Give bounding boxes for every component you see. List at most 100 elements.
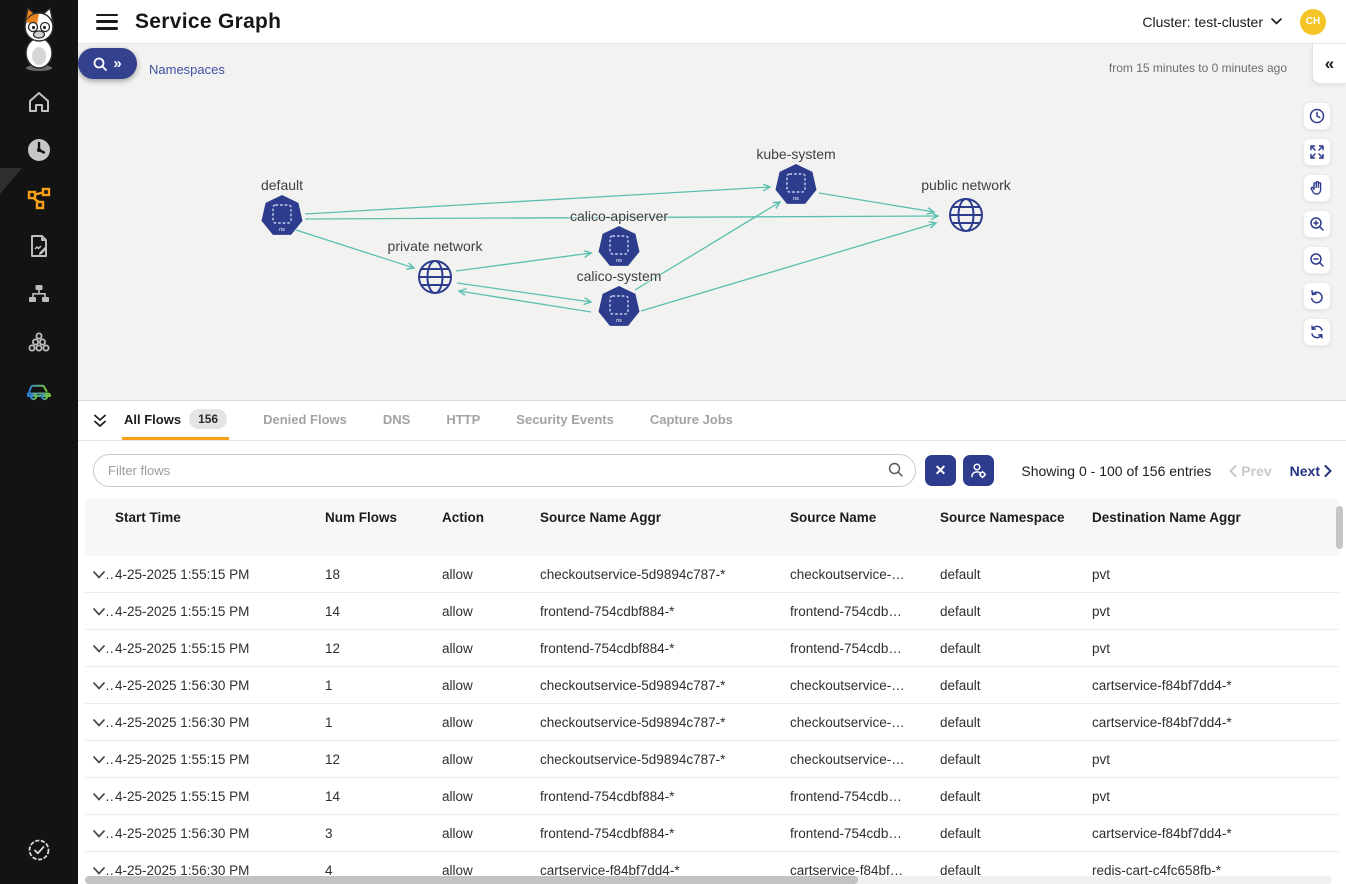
sidebar-item-clusters[interactable] [25, 328, 53, 356]
sidebar-item-home[interactable] [25, 88, 53, 116]
flow-count-badge: 156 [189, 409, 227, 429]
pan-button[interactable] [1303, 174, 1331, 202]
flows-panel: All Flows 156 Denied Flows DNS HTTP Secu… [78, 400, 1346, 884]
tab-dns[interactable]: DNS [381, 401, 412, 440]
double-chevron-down-icon [92, 413, 108, 429]
graph-node-private-network[interactable] [416, 258, 454, 296]
svg-text:ns: ns [616, 318, 622, 324]
graph-node-label: kube-system [756, 146, 835, 162]
col-source-namespace[interactable]: Source Namespace [940, 510, 1092, 526]
sidebar-item-flow-logs[interactable] [25, 232, 53, 260]
clear-filter-button[interactable]: ✕ [925, 455, 956, 486]
expand-row-icon[interactable] [93, 867, 105, 875]
home-icon [27, 90, 51, 114]
col-dest-name-aggr[interactable]: Destination Name Aggr [1092, 510, 1339, 526]
next-page-button[interactable]: Next [1290, 463, 1332, 479]
tab-http[interactable]: HTTP [444, 401, 482, 440]
tab-security-events[interactable]: Security Events [514, 401, 616, 440]
graph-node-label: public network [921, 177, 1011, 193]
breadcrumb[interactable]: Namespaces [149, 62, 225, 77]
svg-text:ns: ns [616, 258, 622, 264]
graph-node-kube-system[interactable]: ns [774, 163, 818, 207]
col-action[interactable]: Action [442, 510, 540, 526]
service-graph-canvas[interactable]: default private network calico-apiserver… [78, 44, 1346, 400]
table-row[interactable]: 4-25-2025 1:55:15 PM 12 allow checkoutse… [85, 741, 1339, 778]
expand-row-icon[interactable] [93, 645, 105, 653]
sidebar-item-compliance[interactable] [25, 836, 53, 864]
vertical-scrollbar-thumb[interactable] [1336, 506, 1343, 549]
col-source-name[interactable]: Source Name [790, 510, 940, 526]
horizontal-scrollbar[interactable] [85, 876, 1332, 884]
car-icon [25, 378, 53, 402]
sidebar-item-network[interactable] [25, 280, 53, 308]
cluster-selector[interactable]: Cluster: test-cluster [1142, 14, 1282, 30]
fit-view-button[interactable] [1303, 138, 1331, 166]
table-row[interactable]: 4-25-2025 1:55:15 PM 12 allow frontend-7… [85, 630, 1339, 667]
prev-page-button[interactable]: Prev [1229, 463, 1271, 479]
undo-layout-button[interactable] [1303, 282, 1331, 310]
col-source-name-aggr[interactable]: Source Name Aggr [540, 510, 790, 526]
time-settings-button[interactable] [1303, 102, 1331, 130]
zoom-in-icon [1309, 216, 1325, 232]
refresh-icon [1309, 324, 1325, 340]
cluster-selector-label: Cluster: test-cluster [1142, 14, 1263, 30]
sidebar [0, 0, 78, 884]
tab-denied-flows[interactable]: Denied Flows [261, 401, 349, 440]
tab-capture-jobs[interactable]: Capture Jobs [648, 401, 735, 440]
flows-tabbar: All Flows 156 Denied Flows DNS HTTP Secu… [78, 401, 1346, 441]
refresh-button[interactable] [1303, 318, 1331, 346]
page-title: Service Graph [135, 10, 281, 34]
tab-all-flows[interactable]: All Flows 156 [122, 401, 229, 440]
col-start-time[interactable]: Start Time [115, 510, 325, 526]
sidebar-item-recommendations[interactable] [25, 376, 53, 404]
logs-icon [27, 234, 51, 258]
menu-toggle-button[interactable] [96, 14, 118, 30]
svg-text:ns: ns [279, 227, 285, 233]
column-settings-button[interactable] [963, 455, 994, 486]
expand-row-icon[interactable] [93, 756, 105, 764]
chevron-left-icon [1229, 465, 1237, 477]
clock-icon [1309, 108, 1325, 124]
user-gear-icon [970, 462, 987, 479]
table-row[interactable]: 4-25-2025 1:56:30 PM 3 allow frontend-75… [85, 815, 1339, 852]
table-row[interactable]: 4-25-2025 1:55:15 PM 14 allow frontend-7… [85, 593, 1339, 630]
table-row[interactable]: 4-25-2025 1:56:30 PM 1 allow checkoutser… [85, 667, 1339, 704]
sidebar-item-service-graph[interactable] [25, 184, 53, 212]
expand-row-icon[interactable] [93, 793, 105, 801]
expand-row-icon[interactable] [93, 719, 105, 727]
expand-row-icon[interactable] [93, 830, 105, 838]
collapse-panel-button[interactable]: « [1312, 44, 1346, 84]
expand-row-icon[interactable] [93, 682, 105, 690]
table-row[interactable]: 4-25-2025 1:55:15 PM 18 allow checkoutse… [85, 556, 1339, 593]
calico-cat-logo[interactable] [15, 6, 63, 72]
filter-row: ✕ Showing 0 - 100 of 156 entries Prev Ne… [78, 441, 1346, 499]
expand-row-icon[interactable] [93, 571, 105, 579]
horizontal-scrollbar-thumb[interactable] [85, 876, 858, 884]
cluster-icon [27, 330, 51, 354]
graph-node-public-network[interactable] [947, 196, 985, 234]
sidebar-item-dashboard[interactable] [25, 136, 53, 164]
gauge-icon [27, 138, 51, 162]
graph-node-calico-system[interactable]: ns [597, 285, 641, 329]
zoom-in-button[interactable] [1303, 210, 1331, 238]
flows-table: Start Time Num Flows Action Source Name … [85, 499, 1339, 884]
col-num-flows[interactable]: Num Flows [325, 510, 442, 526]
graph-node-calico-apiserver[interactable]: ns [597, 225, 641, 269]
expand-row-icon[interactable] [93, 608, 105, 616]
collapse-flows-button[interactable] [92, 413, 108, 429]
zoom-out-button[interactable] [1303, 246, 1331, 274]
graph-node-label: calico-apiserver [570, 208, 668, 224]
graph-node-default[interactable]: ns [260, 194, 304, 238]
graph-search-button[interactable]: » [78, 48, 137, 79]
filter-flows-input[interactable] [93, 454, 916, 487]
avatar[interactable]: CH [1300, 9, 1326, 35]
expand-icon [1309, 144, 1325, 160]
table-row[interactable]: 4-25-2025 1:55:15 PM 14 allow frontend-7… [85, 778, 1339, 815]
chevron-right-icon [1324, 465, 1332, 477]
chevron-down-icon [1271, 18, 1282, 25]
graph-node-label: private network [388, 238, 483, 254]
tab-label: All Flows [124, 412, 181, 427]
time-range-label: from 15 minutes to 0 minutes ago [1109, 61, 1287, 75]
table-row[interactable]: 4-25-2025 1:56:30 PM 1 allow checkoutser… [85, 704, 1339, 741]
svg-text:ns: ns [793, 196, 799, 202]
